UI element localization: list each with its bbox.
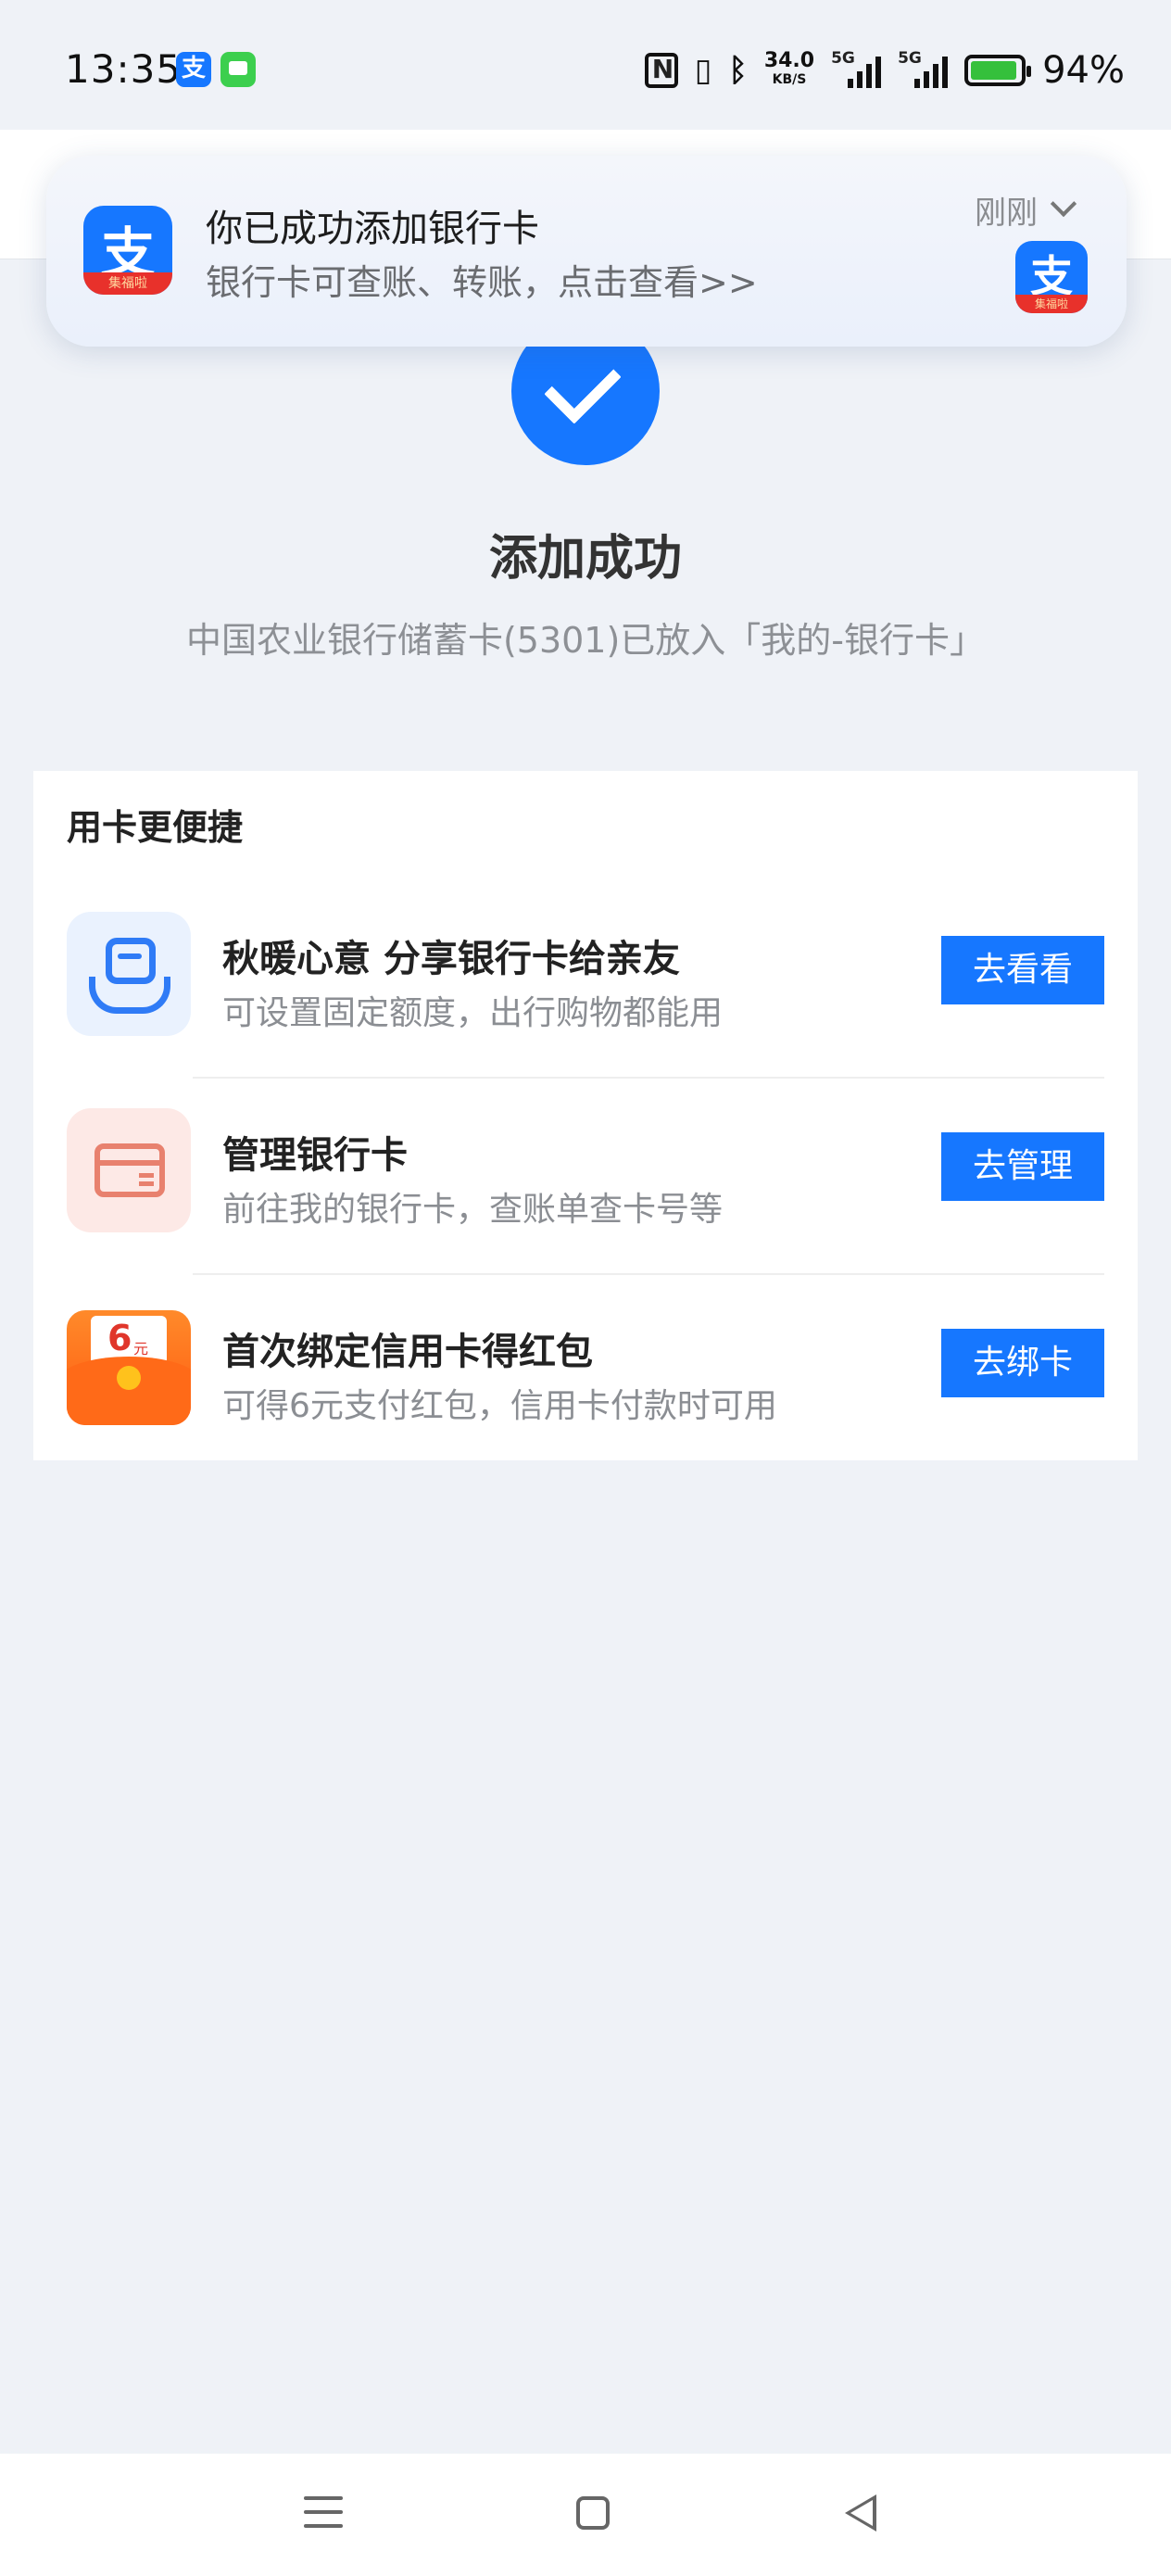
notification-body: 银行卡可查账、转账，点击查看>>	[206, 262, 758, 303]
card-section-title: 用卡更便捷	[67, 807, 244, 848]
alipay-app-icon: 支	[176, 52, 211, 87]
alipay-app-icon-small: 支 集福啦	[1015, 241, 1088, 313]
battery-percent: 94%	[1042, 49, 1125, 92]
home-icon[interactable]	[576, 2496, 610, 2530]
success-subtitle: 中国农业银行储蓄卡(5301)已放入「我的-银行卡」	[185, 620, 986, 661]
vibrate-icon: ▯	[694, 52, 712, 89]
signal-bar	[866, 64, 873, 88]
list-item-desc: 可得6元支付红包，信用卡付款时可用	[222, 1387, 777, 1425]
convenience-card: 用卡更便捷 秋暖心意 分享银行卡给亲友 可设置固定额度，出行购物都能用 去看看 …	[33, 771, 1138, 1460]
signal-bar	[857, 71, 863, 88]
bank-card-icon	[67, 1108, 191, 1232]
status-icons: ▯ ᛒ 34.0 KB/S 5G 5G 94%	[644, 44, 1125, 96]
list-item-manage-card[interactable]: 管理银行卡 前往我的银行卡，查账单查卡号等 去管理	[33, 1079, 1138, 1275]
app-icon-band: 集福啦	[1015, 295, 1088, 313]
screen: 13:35 支 ▯ ᛒ 34.0 KB/S 5G 5G	[0, 0, 1171, 2576]
view-button[interactable]: 去看看	[941, 936, 1104, 1004]
system-nav-bar	[0, 2454, 1171, 2576]
battery-fill	[971, 61, 1016, 80]
signal-bar	[942, 57, 949, 88]
network-speed-value: 34.0	[763, 49, 815, 72]
bluetooth-icon: ᛒ	[728, 52, 748, 89]
list-item-share-card[interactable]: 秋暖心意 分享银行卡给亲友 可设置固定额度，出行购物都能用 去看看	[33, 882, 1138, 1079]
red-envelope-icon: 6 元	[67, 1305, 191, 1429]
list-item-bind-credit-card[interactable]: 6 元 首次绑定信用卡得红包 可得6元支付红包，信用卡付款时可用 去绑卡	[33, 1275, 1138, 1471]
battery-icon	[964, 55, 1032, 86]
chevron-down-icon[interactable]	[1050, 190, 1077, 218]
signal-bar	[848, 79, 854, 88]
status-time: 13:35	[65, 46, 183, 92]
signal-icon: 5G	[898, 49, 949, 88]
hand-card-icon	[67, 912, 191, 1036]
list-item-desc: 前往我的银行卡，查账单查卡号等	[222, 1191, 724, 1229]
signal-tag: 5G	[898, 49, 922, 68]
notification-time: 刚刚	[975, 195, 1038, 232]
signal-icon: 5G	[831, 49, 882, 88]
success-title: 添加成功	[488, 531, 682, 587]
signal-tag: 5G	[831, 49, 855, 68]
network-speed-unit: KB/S	[772, 72, 807, 87]
messages-app-icon	[220, 52, 256, 87]
status-bar: 13:35 支 ▯ ᛒ 34.0 KB/S 5G 5G	[0, 0, 1171, 130]
signal-bar	[933, 64, 939, 88]
app-icon-band: 集福啦	[83, 272, 172, 295]
alipay-app-icon: 支 集福啦	[83, 206, 172, 295]
red-envelope-unit: 元	[133, 1340, 149, 1357]
nfc-icon	[644, 53, 678, 88]
signal-bar	[924, 71, 930, 88]
network-speed: 34.0 KB/S	[763, 49, 815, 89]
list-item-title: 秋暖心意 分享银行卡给亲友	[222, 938, 680, 980]
signal-bar	[914, 79, 921, 88]
checkmark-icon	[544, 347, 622, 424]
notification-title: 你已成功添加银行卡	[206, 208, 539, 250]
list-item-title: 首次绑定信用卡得红包	[222, 1331, 593, 1373]
list-item-desc: 可设置固定额度，出行购物都能用	[222, 994, 724, 1032]
list-item-title: 管理银行卡	[222, 1134, 408, 1177]
bind-card-button[interactable]: 去绑卡	[941, 1329, 1104, 1397]
notification-banner[interactable]: 支 集福啦 你已成功添加银行卡 银行卡可查账、转账，点击查看>> 刚刚 支 集福…	[46, 156, 1127, 347]
menu-icon[interactable]	[304, 2496, 343, 2528]
red-envelope-amount: 6	[107, 1318, 132, 1358]
signal-bar	[875, 57, 882, 88]
back-icon[interactable]	[845, 2494, 876, 2532]
manage-button[interactable]: 去管理	[941, 1132, 1104, 1201]
